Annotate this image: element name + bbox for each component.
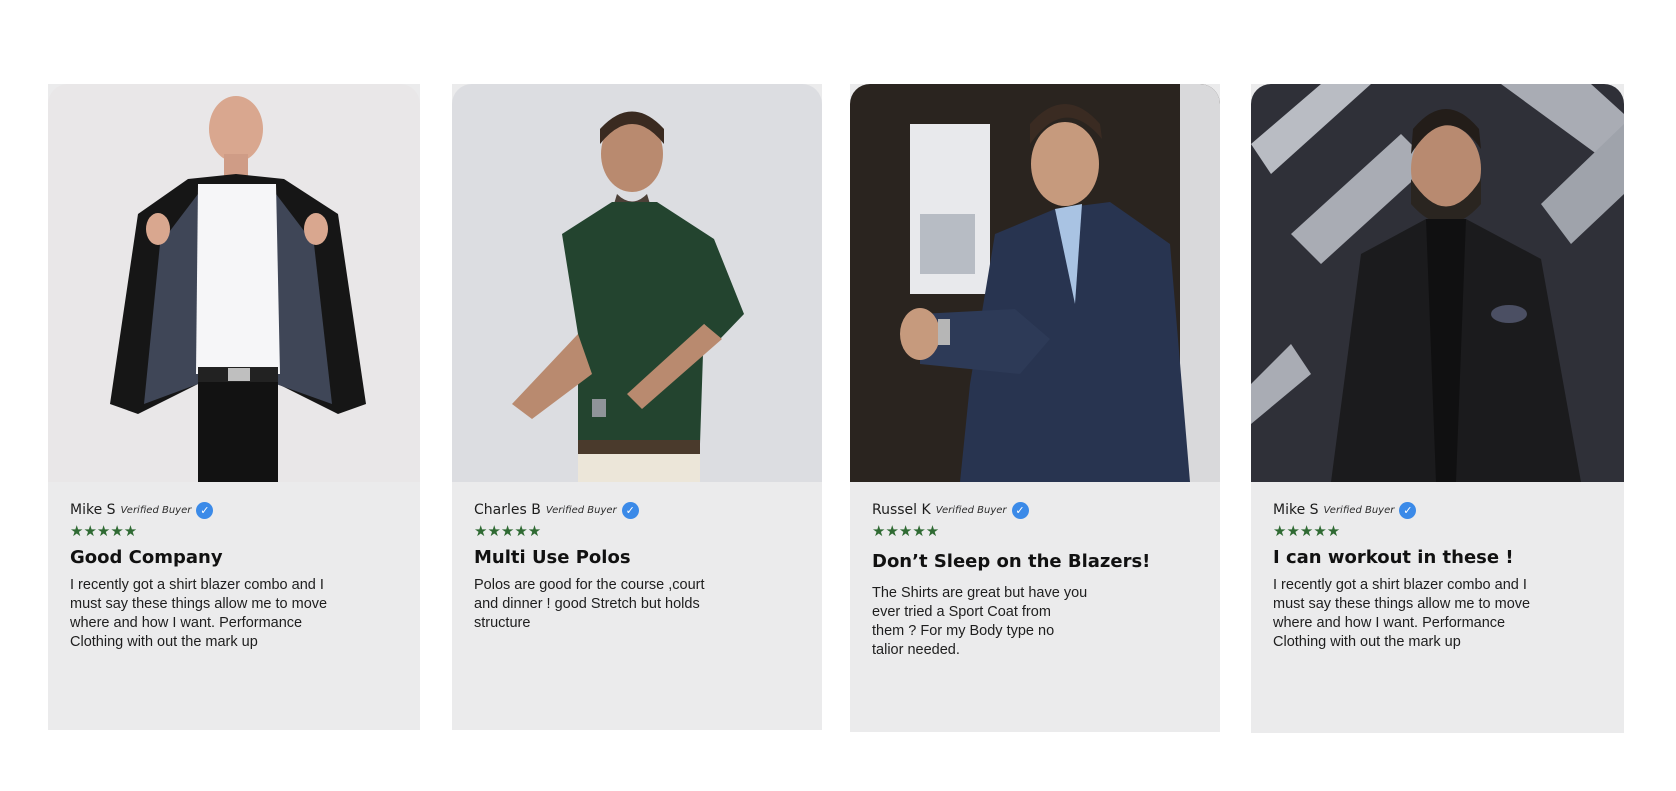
reviewer-row: Mike S Verified Buyer ✓ [70,500,420,520]
star-rating: ★★★★★ [872,522,940,540]
review-text-line: and dinner ! good Stretch but holds [474,596,700,612]
review-text-line: must say these things allow me to move [1273,596,1531,612]
review-photo [452,84,822,482]
star-rating: ★★★★★ [474,522,542,540]
reviewer-name: Mike S [1273,502,1319,518]
review-text-line: ever tried a Sport Coat from [872,604,1051,620]
review-title: Multi Use Polos [474,547,631,568]
verified-buyer-label: Verified Buyer [545,504,617,516]
review-text-line: Clothing with out the mark up [1273,634,1461,650]
review-card: Mike S Verified Buyer ✓ ★★★★★ I can work… [1251,84,1624,733]
verified-check-icon: ✓ [196,501,214,519]
review-text-line: where and how I want. Performance [70,615,303,631]
review-text: Polos are good for the course ,court and… [474,576,822,633]
verified-check-icon: ✓ [1399,501,1417,519]
verified-check-icon: ✓ [1011,501,1029,519]
reviewer-name: Mike S [70,502,116,518]
review-card: Russel K Verified Buyer ✓ ★★★★★ Don’t Sl… [850,84,1220,732]
verified-buyer-label: Verified Buyer [1323,504,1395,516]
review-text-line: structure [474,615,531,631]
reviewer-row: Mike S Verified Buyer ✓ [1273,500,1624,520]
review-text: I recently got a shirt blazer combo and … [1273,576,1624,652]
review-title: Good Company [70,547,223,568]
review-text-line: The Shirts are great but have you [872,585,1088,601]
star-rating: ★★★★★ [70,522,138,540]
verified-check-icon: ✓ [621,501,639,519]
reviewer-name: Russel K [872,502,931,518]
verified-buyer-label: Verified Buyer [120,504,192,516]
review-text-line: talior needed. [872,642,960,658]
review-photo [850,84,1220,482]
review-text-line: them ? For my Body type no [872,623,1055,639]
review-card: Charles B Verified Buyer ✓ ★★★★★ Multi U… [452,84,822,730]
reviewer-row: Charles B Verified Buyer ✓ [474,500,822,520]
reviewer-row: Russel K Verified Buyer ✓ [872,500,1220,520]
review-text-line: Polos are good for the course ,court [474,577,705,593]
review-card: Mike S Verified Buyer ✓ ★★★★★ Good Compa… [48,84,420,730]
review-text-line: must say these things allow me to move [70,596,328,612]
review-photo [1251,84,1624,482]
review-text: I recently got a shirt blazer combo and … [70,576,420,652]
review-text: The Shirts are great but have you ever t… [872,584,1220,660]
reviewer-name: Charles B [474,502,541,518]
review-title: I can workout in these ! [1273,547,1514,568]
review-title: Don’t Sleep on the Blazers! [872,551,1151,572]
review-text-line: I recently got a shirt blazer combo and … [1273,577,1527,593]
review-text-line: where and how I want. Performance [1273,615,1506,631]
verified-buyer-label: Verified Buyer [935,504,1007,516]
review-text-line: I recently got a shirt blazer combo and … [70,577,324,593]
review-photo [48,84,420,482]
star-rating: ★★★★★ [1273,522,1341,540]
review-text-line: Clothing with out the mark up [70,634,258,650]
